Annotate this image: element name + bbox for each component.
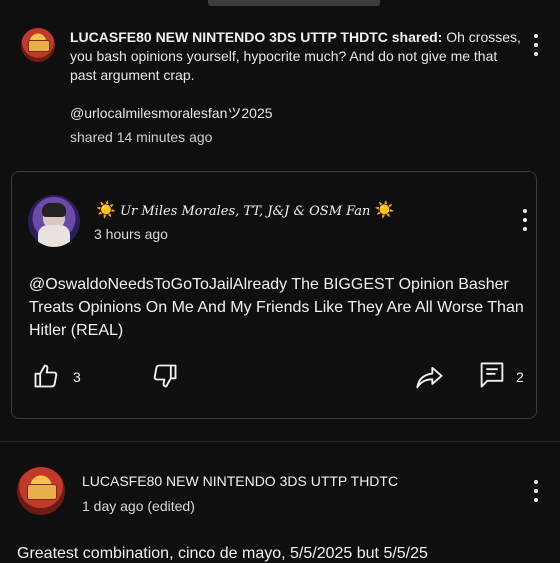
comment-author[interactable]: ☀️ Ur Miles Morales, TT, J&J & OSM Fan ☀…: [96, 200, 394, 219]
share-icon[interactable]: [415, 364, 445, 390]
comment-time: 1 day ago (edited): [82, 498, 195, 514]
sun-emoji: ☀️: [374, 200, 395, 219]
more-vert-icon[interactable]: [522, 209, 528, 231]
comment-author-name: Ur Miles Morales, TT, J&J & OSM Fan: [120, 204, 371, 219]
shared-post-time: shared 14 minutes ago: [70, 129, 213, 145]
comment-time: 3 hours ago: [94, 226, 168, 242]
shared-post-text: LUCASFE80 NEW NINTENDO 3DS UTTP THDTC sh…: [70, 28, 525, 85]
more-vert-icon[interactable]: [533, 34, 539, 56]
avatar[interactable]: [21, 28, 55, 62]
shared-post-author[interactable]: LUCASFE80 NEW NINTENDO 3DS UTTP THDTC sh…: [70, 29, 442, 45]
avatar[interactable]: [28, 195, 80, 247]
avatar[interactable]: [17, 467, 65, 515]
reply-count: 2: [516, 369, 524, 385]
comment-actions: 3 2: [12, 362, 536, 402]
original-comment-card[interactable]: ☀️ Ur Miles Morales, TT, J&J & OSM Fan ☀…: [11, 171, 537, 419]
divider: [0, 441, 560, 442]
shared-post-mention[interactable]: @urlocalmilesmoralesfanツ2025: [70, 103, 273, 123]
comment-body: Greatest combination, cinco de mayo, 5/5…: [17, 545, 428, 562]
like-count: 3: [73, 369, 81, 385]
more-vert-icon[interactable]: [533, 480, 539, 502]
comment-icon[interactable]: [478, 360, 506, 390]
thumb-down-icon[interactable]: [151, 362, 179, 390]
sun-emoji: ☀️: [96, 200, 116, 219]
comment-body: @OswaldoNeedsToGoToJailAlready The BIGGE…: [29, 276, 524, 339]
shared-post: LUCASFE80 NEW NINTENDO 3DS UTTP THDTC sh…: [0, 0, 560, 172]
thumb-up-icon[interactable]: [32, 362, 60, 390]
comment-author[interactable]: LUCASFE80 NEW NINTENDO 3DS UTTP THDTC: [82, 473, 398, 489]
